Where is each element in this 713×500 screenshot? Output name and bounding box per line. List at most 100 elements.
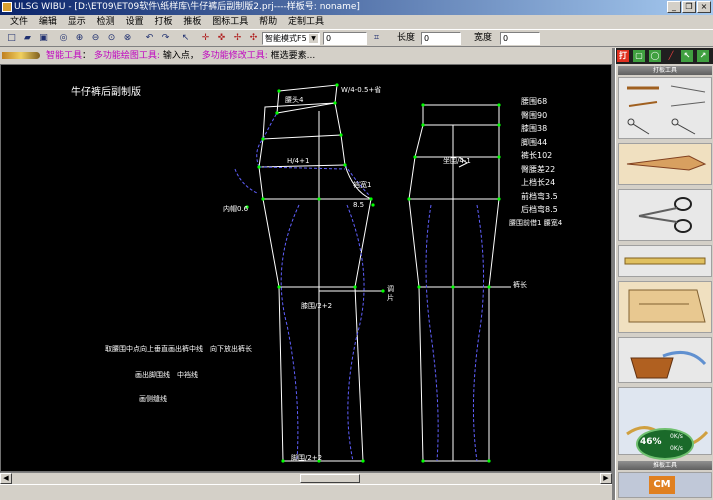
spec-row: 上档长24 xyxy=(521,178,556,187)
basket-icon xyxy=(630,350,707,379)
window-title: ULSG WIBU - [D:\ET09\ET09软件\纸样库\牛仔裤后副制版2… xyxy=(14,2,360,12)
mode-select[interactable]: 智能模式F5 ▼ xyxy=(262,32,320,45)
prompt-label-draw: 多功能绘图工具: xyxy=(93,51,160,61)
drawing-canvas[interactable]: 牛仔裤后副制版 W/4-0.5+省 腰头4 H/4+1 坐围/4-1 裆宽1 内… xyxy=(0,64,612,472)
pattern-title: 牛仔裤后副制版 xyxy=(71,87,141,98)
zoom-in-icon[interactable]: ⊕ xyxy=(73,32,86,45)
network-down: 0K/s xyxy=(670,445,683,452)
pencil-icon xyxy=(2,52,40,59)
length-input[interactable]: 0 xyxy=(421,32,461,45)
menu-view[interactable]: 显示 xyxy=(64,15,90,29)
menu-edit[interactable]: 编辑 xyxy=(35,15,61,29)
grain-label-2: 片 xyxy=(387,294,394,302)
line-tool-button[interactable]: ╱ xyxy=(665,50,677,62)
circle-tool-button[interactable]: ◯ xyxy=(649,50,661,62)
pattern-piece-icon xyxy=(628,289,706,323)
scroll-thumb[interactable] xyxy=(300,474,360,483)
instruction-note-1: 取腰围中点向上垂直画出裤中线 向下放出裤长 xyxy=(105,345,252,353)
spec-list: 腰围68 臀围90 膝围38 脚围44 裤长102 臀腰差22 上档长24 前档… xyxy=(509,95,609,230)
open-folder-icon[interactable]: ▰ xyxy=(21,32,34,45)
menu-custom-tools[interactable]: 定制工具 xyxy=(284,15,328,29)
inseam-curve-dash xyxy=(234,168,258,194)
app-window: ULSG WIBU - [D:\ET09\ET09软件\纸样库\牛仔裤后副制版2… xyxy=(0,0,713,500)
mode-button-row: 打 ▢ ◯ ╱ ↖ ↗ xyxy=(616,48,713,64)
spec-row: 前档弯3.5 xyxy=(521,191,558,201)
undo-icon[interactable]: ↶ xyxy=(143,32,156,45)
pattern-mode-button[interactable]: 打 xyxy=(617,50,629,62)
snap-point-icon[interactable]: ✣ xyxy=(247,32,260,45)
arrow-left-tool-button[interactable]: ↖ xyxy=(681,50,693,62)
arrow-right-tool-button[interactable]: ↗ xyxy=(697,50,709,62)
value-input[interactable]: 0 xyxy=(323,32,367,45)
spec-row: 膝围38 xyxy=(521,124,548,133)
move-point-icon[interactable]: ✛ xyxy=(199,32,212,45)
cm-unit-icon: CM xyxy=(649,476,675,494)
menu-help[interactable]: 帮助 xyxy=(255,15,281,29)
menu-settings[interactable]: 设置 xyxy=(122,15,148,29)
width-input[interactable]: 0 xyxy=(500,32,540,45)
prompt-text-draw: 输入点 xyxy=(162,51,190,61)
grain-label-1: 调 xyxy=(387,285,394,293)
save-icon[interactable]: ▣ xyxy=(37,32,50,45)
menu-bar: 文件 编辑 显示 检测 设置 打板 推板 图标工具 帮助 定制工具 xyxy=(0,15,713,29)
delete-point-icon[interactable]: ✢ xyxy=(231,32,244,45)
prompt-label-modify: 多功能修改工具: xyxy=(201,51,268,61)
tape-measure-tile[interactable] xyxy=(618,245,712,277)
menu-check[interactable]: 检测 xyxy=(93,15,119,29)
measure-icon[interactable]: ⌗ xyxy=(370,32,383,45)
spec-row: 腰围68 xyxy=(521,97,548,106)
back-side-dash xyxy=(262,112,278,140)
new-file-icon[interactable]: □ xyxy=(5,32,18,45)
hip-formula-label: H/4+1 xyxy=(287,157,310,165)
app-icon xyxy=(2,2,12,12)
inseam-label: 内帽0.6 xyxy=(223,205,249,213)
zoom-fit-icon[interactable]: ⊙ xyxy=(105,32,118,45)
tool-panel: 打 ▢ ◯ ╱ ↖ ↗ 打板工具 46% 0K/s 0K/s 推板工具 CM xyxy=(615,48,713,500)
zoom-window-icon[interactable]: ⊗ xyxy=(121,32,134,45)
prompt-text: 智能工具： 多功能绘图工具: 输入点， 多功能修改工具: 框选要素... xyxy=(46,51,316,61)
scroll-left-icon[interactable]: ◀ xyxy=(0,473,12,484)
fabric-basket-tile[interactable] xyxy=(618,337,712,383)
pattern-tools-title: 打板工具 xyxy=(618,66,712,75)
menu-grade[interactable]: 推板 xyxy=(179,15,205,29)
back-knee-label: 膝围/2+2 xyxy=(301,302,333,310)
menu-file[interactable]: 文件 xyxy=(0,15,32,29)
ruler-pencil-icon xyxy=(627,85,706,135)
cut-line-tool-tile[interactable] xyxy=(618,143,712,185)
piece-tool-tile[interactable] xyxy=(618,281,712,333)
add-point-icon[interactable]: ✜ xyxy=(215,32,228,45)
maximize-button[interactable]: ❐ xyxy=(682,1,696,13)
main-toolbar: □ ▰ ▣ ◎ ⊕ ⊖ ⊙ ⊗ ↶ ↷ ↖ ✛ ✜ ✢ ✣ 智能模式F5 ▼ 0… xyxy=(0,29,713,47)
zoom-icon[interactable]: ◎ xyxy=(57,32,70,45)
back-hem-label: 脚围/2+2 xyxy=(291,454,323,462)
redo-icon[interactable]: ↷ xyxy=(159,32,172,45)
menu-pattern[interactable]: 打板 xyxy=(150,15,176,29)
horizontal-scrollbar[interactable]: ◀ ▶ xyxy=(0,472,612,484)
drafting-tools-tile[interactable] xyxy=(618,77,712,139)
width-label: 宽度 xyxy=(474,33,493,43)
spec-row: 腰围前借1 腰宽4 xyxy=(509,218,563,227)
scroll-right-icon[interactable]: ▶ xyxy=(600,473,612,484)
rect-tool-button[interactable]: ▢ xyxy=(633,50,645,62)
menu-icon-tools[interactable]: 图标工具 xyxy=(208,15,252,29)
spec-row: 后档弯8.5 xyxy=(521,205,558,214)
back-inner-curve-dash xyxy=(280,204,300,462)
key-points xyxy=(245,83,501,463)
prompt-bar: 智能工具： 多功能绘图工具: 输入点， 多功能修改工具: 框选要素... xyxy=(0,48,612,64)
cm-tool-tile[interactable]: CM xyxy=(618,472,712,498)
prompt-text-modify: 框选要素... xyxy=(270,51,316,61)
waist-formula-label: W/4-0.5+省 xyxy=(341,86,382,94)
title-bar: ULSG WIBU - [D:\ET09\ET09软件\纸样库\牛仔裤后副制版2… xyxy=(0,0,713,15)
minimize-button[interactable]: _ xyxy=(667,1,681,13)
select-icon[interactable]: ↖ xyxy=(179,32,192,45)
zoom-out-icon[interactable]: ⊖ xyxy=(89,32,102,45)
spec-row: 脚围44 xyxy=(521,137,548,147)
instruction-note-2: 画出脚围线 中裆线 xyxy=(135,371,198,379)
crotch-ext-label: 8.5 xyxy=(353,201,365,209)
scissors-tool-tile[interactable] xyxy=(618,189,712,241)
network-percent: 46% xyxy=(640,437,662,447)
front-leg-outline xyxy=(408,124,500,462)
close-button[interactable]: × xyxy=(697,1,711,13)
chevron-down-icon[interactable]: ▼ xyxy=(309,34,318,43)
scissors-icon xyxy=(638,197,692,233)
